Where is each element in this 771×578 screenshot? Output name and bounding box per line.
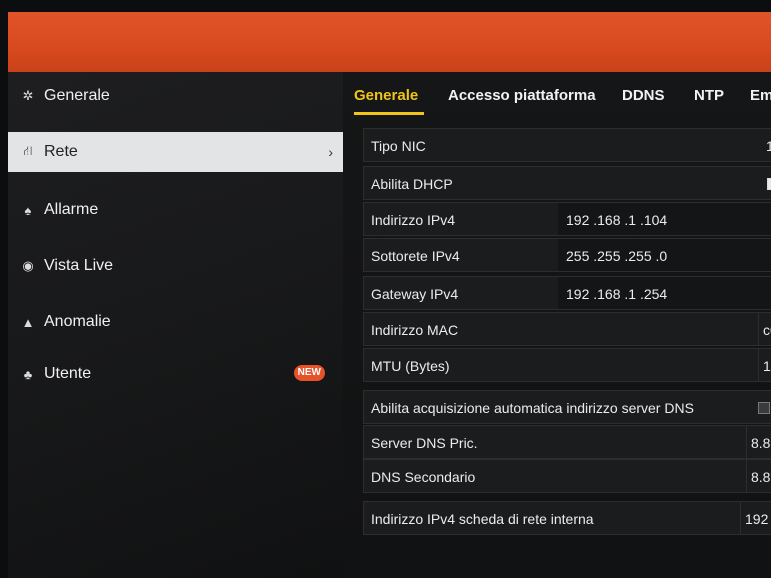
- gear-icon: ✲: [22, 88, 34, 103]
- new-badge: NEW: [293, 365, 325, 381]
- divider: [758, 349, 759, 381]
- dns-pri-input[interactable]: 8.8: [751, 435, 770, 451]
- sidebar-item-vista-live[interactable]: ◉ Vista Live: [8, 246, 343, 286]
- gateway-input[interactable]: 192 .168 .1 .254: [558, 277, 771, 309]
- main-panel: Generale Accesso piattaforma DDNS NTP Em…: [343, 72, 771, 578]
- sidebar-item-anomalie[interactable]: ▲ Anomalie: [8, 302, 343, 342]
- divider: [746, 460, 747, 492]
- row-subnet: Sottorete IPv4 255 .255 .255 .0: [363, 238, 771, 272]
- mtu-input[interactable]: 15: [763, 358, 771, 374]
- header-bar: [8, 12, 771, 72]
- sidebar-item-label: Vista Live: [44, 257, 114, 274]
- tab-bar: Generale Accesso piattaforma DDNS NTP Em: [343, 72, 771, 120]
- row-mtu: MTU (Bytes) 15: [363, 348, 771, 382]
- row-dns-pri: Server DNS Pric. 8.8: [363, 425, 771, 459]
- sidebar-item-utente[interactable]: ♣ Utente NEW: [8, 354, 343, 394]
- sidebar-item-label: Anomalie: [44, 313, 111, 330]
- row-mac: Indirizzo MAC c0: [363, 312, 771, 346]
- sidebar-item-label: Rete: [44, 143, 78, 160]
- dns-sec-input[interactable]: 8.8: [751, 469, 770, 485]
- active-tab-indicator: [354, 112, 424, 115]
- auto-dns-checkbox[interactable]: [758, 402, 770, 414]
- ipv4-input[interactable]: 192 .168 .1 .104: [558, 203, 771, 235]
- row-abilita-dhcp: Abilita DHCP: [363, 166, 771, 200]
- sidebar-item-label: Allarme: [44, 201, 99, 218]
- divider: [740, 502, 741, 534]
- internal-ipv4-label: Indirizzo IPv4 scheda di rete interna: [371, 511, 594, 527]
- sidebar-item-allarme[interactable]: ♠ Allarme: [8, 190, 343, 230]
- tipo-nic-select[interactable]: 1: [766, 138, 771, 154]
- users-icon: ♣: [23, 366, 33, 382]
- row-dns-sec: DNS Secondario 8.8: [363, 459, 771, 493]
- gateway-value: 192 .168 .1 .254: [566, 286, 668, 302]
- chevron-right-icon: ›: [328, 144, 333, 160]
- ipv4-label: Indirizzo IPv4: [371, 212, 456, 228]
- dns-pri-label: Server DNS Pric.: [371, 435, 478, 451]
- tab-email[interactable]: Em: [750, 87, 771, 104]
- mtu-label: MTU (Bytes): [371, 358, 450, 374]
- sidebar-item-label: Generale: [44, 87, 110, 104]
- internal-ipv4-input[interactable]: 192: [745, 511, 768, 527]
- tab-ddns[interactable]: DDNS: [622, 87, 665, 104]
- sidebar-item-generale[interactable]: ✲ Generale: [8, 76, 343, 116]
- sidebar-item-label: Utente: [44, 365, 92, 382]
- sidebar: ✲ Generale ⛙ Rete › ♠ Allarme ◉ Vista Li…: [8, 72, 343, 578]
- tab-ntp[interactable]: NTP: [694, 87, 724, 104]
- row-gateway: Gateway IPv4 192 .168 .1 .254: [363, 276, 771, 310]
- mac-label: Indirizzo MAC: [371, 322, 459, 338]
- abilita-dhcp-label: Abilita DHCP: [371, 176, 453, 192]
- tipo-nic-label: Tipo NIC: [371, 138, 426, 154]
- alarm-icon: ♠: [24, 202, 32, 218]
- divider: [758, 313, 759, 345]
- mac-value: c0: [763, 322, 771, 338]
- gateway-label: Gateway IPv4: [371, 286, 459, 302]
- auto-dns-label: Abilita acquisizione automatica indirizz…: [371, 400, 694, 416]
- row-tipo-nic: Tipo NIC 1: [363, 128, 771, 162]
- tab-generale[interactable]: Generale: [354, 87, 418, 104]
- subnet-label: Sottorete IPv4: [371, 248, 460, 264]
- subnet-value: 255 .255 .255 .0: [566, 248, 668, 264]
- warning-icon: ▲: [21, 314, 35, 330]
- dhcp-checkbox[interactable]: [767, 178, 771, 190]
- divider: [746, 426, 747, 458]
- subnet-input[interactable]: 255 .255 .255 .0: [558, 239, 771, 271]
- row-ipv4: Indirizzo IPv4 192 .168 .1 .104: [363, 202, 771, 236]
- row-internal-ipv4: Indirizzo IPv4 scheda di rete interna 19…: [363, 501, 771, 535]
- sidebar-item-rete[interactable]: ⛙ Rete ›: [8, 132, 343, 172]
- dns-sec-label: DNS Secondario: [371, 469, 476, 485]
- ipv4-value: 192 .168 .1 .104: [566, 212, 668, 228]
- tab-accesso-piattaforma[interactable]: Accesso piattaforma: [448, 87, 596, 104]
- row-auto-dns: Abilita acquisizione automatica indirizz…: [363, 390, 771, 424]
- network-icon: ⛙: [23, 143, 33, 158]
- eye-icon: ◉: [22, 258, 34, 273]
